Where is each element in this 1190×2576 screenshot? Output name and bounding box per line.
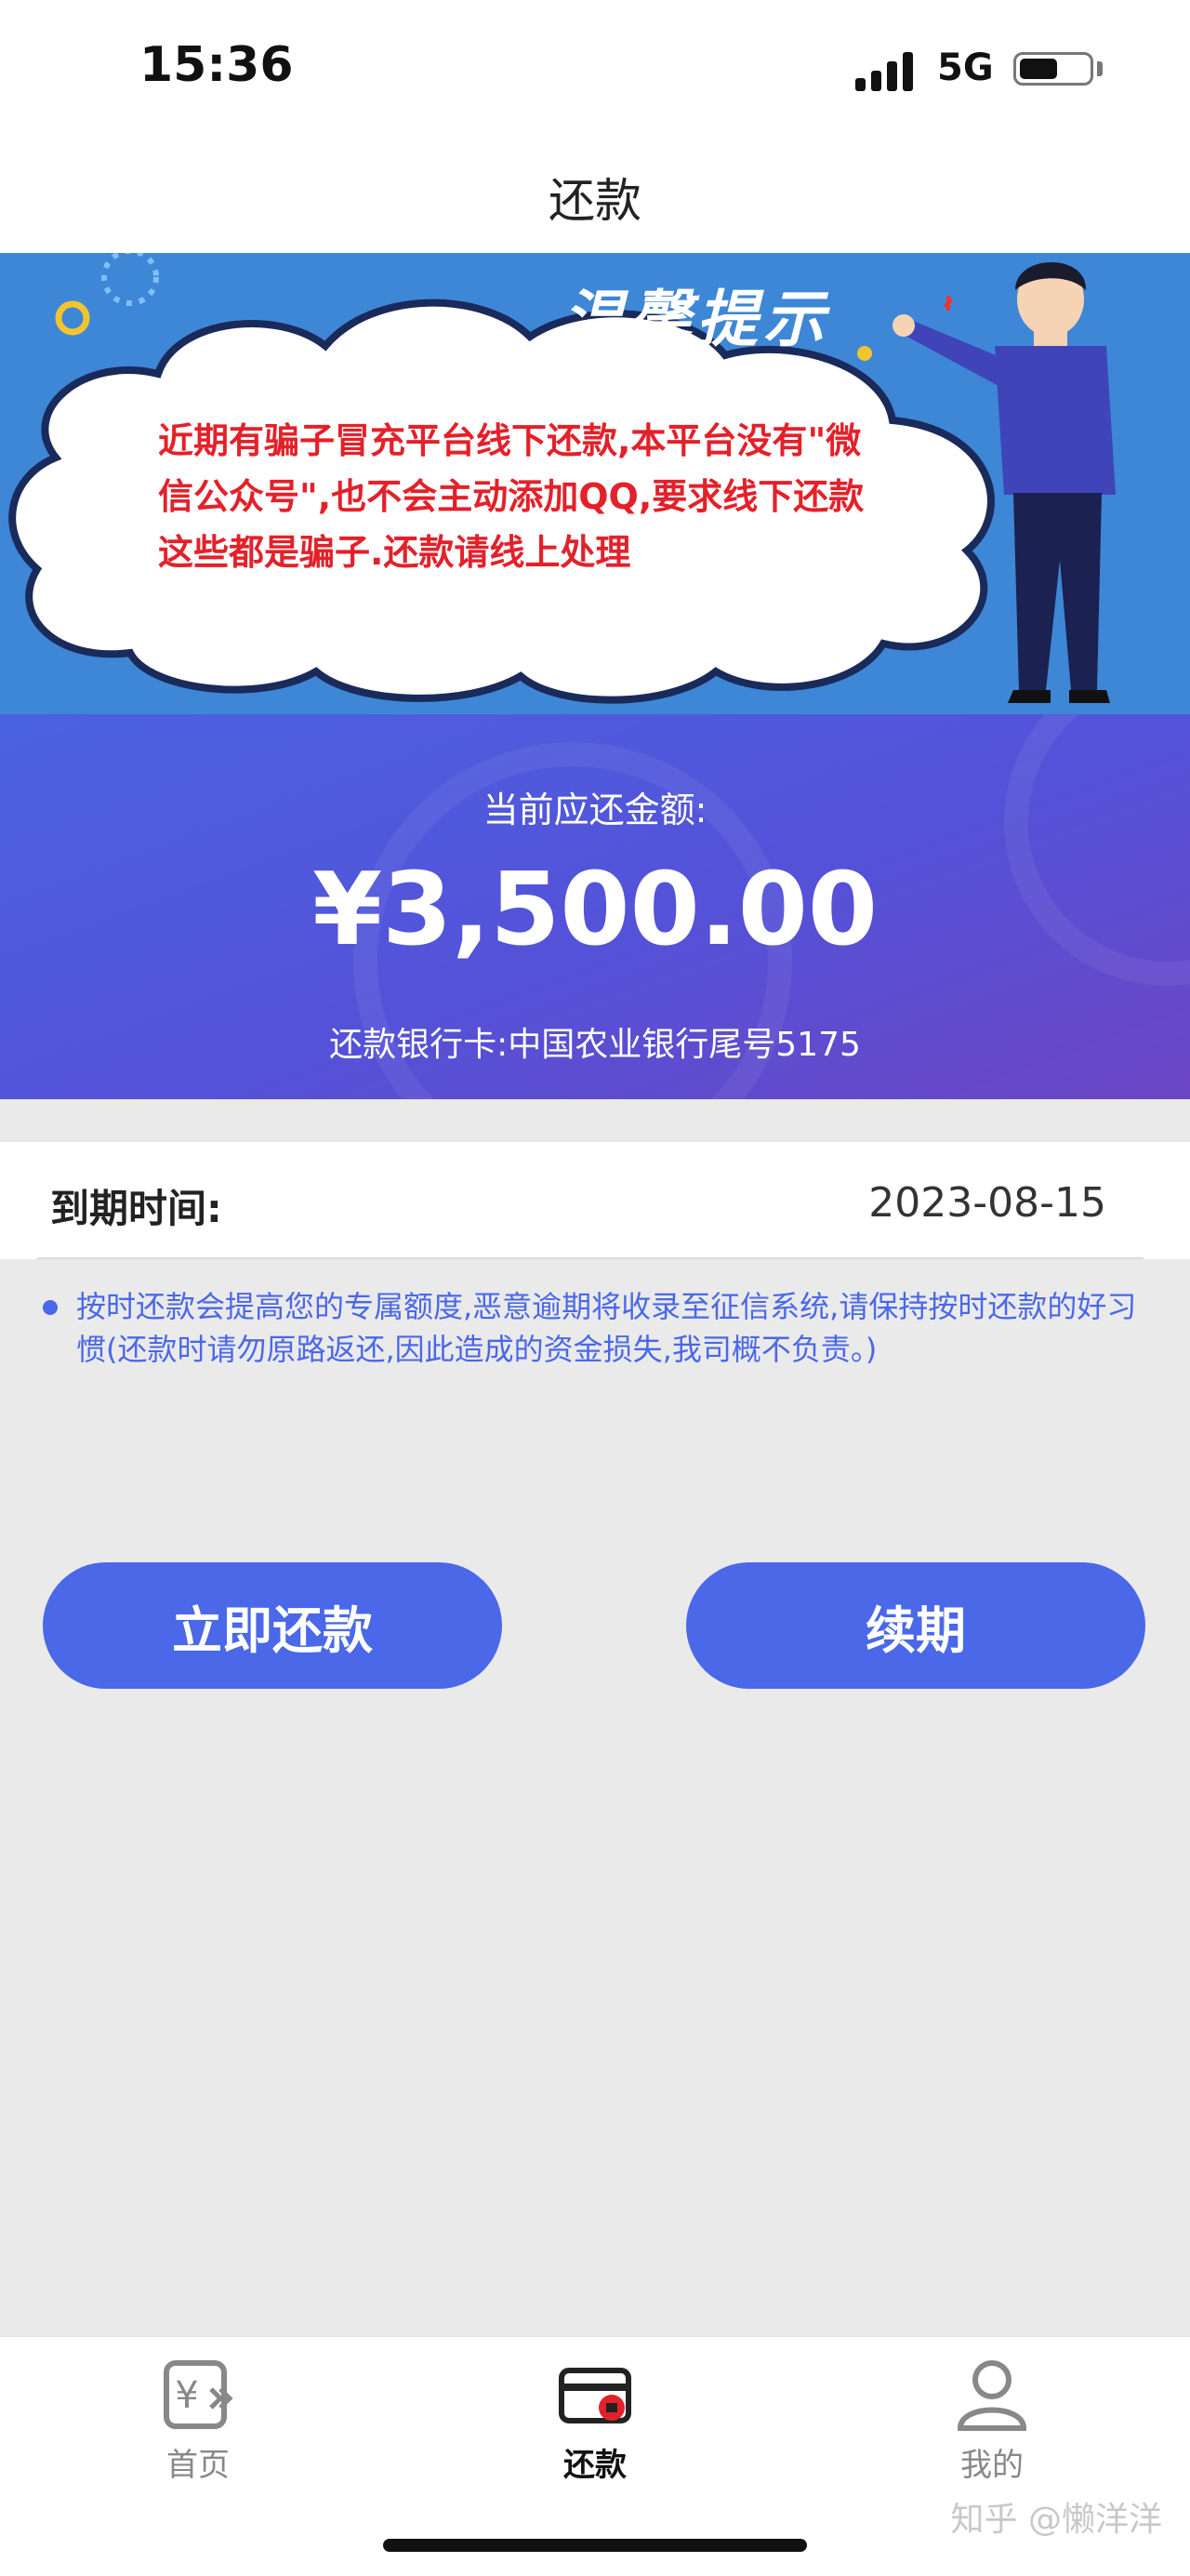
card-icon xyxy=(559,2368,631,2423)
amount-value: ¥3,500.00 xyxy=(311,852,879,968)
home-indicator[interactable] xyxy=(383,2539,807,2552)
fraud-warning-text: 近期有骗子冒充平台线下还款,本平台没有"微信公众号",也不会主动添加QQ,要求线… xyxy=(158,420,865,573)
banner-title: 温馨提示 xyxy=(562,284,830,355)
repayment-tip: 按时还款会提高您的专属额度,恶意逾期将收录至征信系统,请保持按时还款的好习惯(还… xyxy=(76,1289,1137,1367)
svg-text:¥: ¥ xyxy=(175,2374,198,2417)
repay-now-button[interactable]: 立即还款 xyxy=(43,1562,502,1689)
battery-icon xyxy=(1013,52,1093,86)
page-title: 还款 xyxy=(549,174,641,228)
renew-button[interactable]: 续期 xyxy=(686,1562,1145,1689)
user-icon xyxy=(957,2360,1027,2431)
nav-header: 还款 xyxy=(0,139,1190,253)
network-type: 5G xyxy=(937,46,994,89)
tab-mine-label: 我的 xyxy=(960,2447,1024,2484)
watermark: 知乎 @懒洋洋 xyxy=(950,2501,1162,2539)
bank-card-info: 还款银行卡:中国农业银行尾号5175 xyxy=(329,1026,861,1064)
due-date-row: 到期时间: 2023-08-15 xyxy=(0,1142,1190,1259)
tab-home-label: 首页 xyxy=(166,2447,230,2484)
tab-home[interactable]: ¥ 首页 xyxy=(59,2337,337,2523)
due-date-label: 到期时间: xyxy=(50,1186,222,1231)
tab-repay[interactable]: 还款 xyxy=(456,2337,734,2523)
due-date-value: 2023-08-15 xyxy=(868,1179,1106,1227)
amount-label: 当前应还金额: xyxy=(483,790,707,830)
warning-banner: 温馨提示 近期有骗子冒充平台线下还款,本平台没有"微信公众号",也不会主动添加Q… xyxy=(0,253,1190,714)
status-bar: 15:36 5G xyxy=(0,0,1190,139)
bullet-dot xyxy=(43,1300,58,1315)
amount-panel: 当前应还金额: ¥3,500.00 还款银行卡:中国农业银行尾号5175 xyxy=(0,714,1190,1099)
divider xyxy=(37,1257,1144,1259)
status-time: 15:36 xyxy=(139,37,294,93)
yen-icon: ¥ xyxy=(164,2360,233,2429)
signal-icon xyxy=(855,48,920,91)
battery-tip xyxy=(1097,61,1103,76)
tab-repay-label: 还款 xyxy=(563,2447,627,2484)
